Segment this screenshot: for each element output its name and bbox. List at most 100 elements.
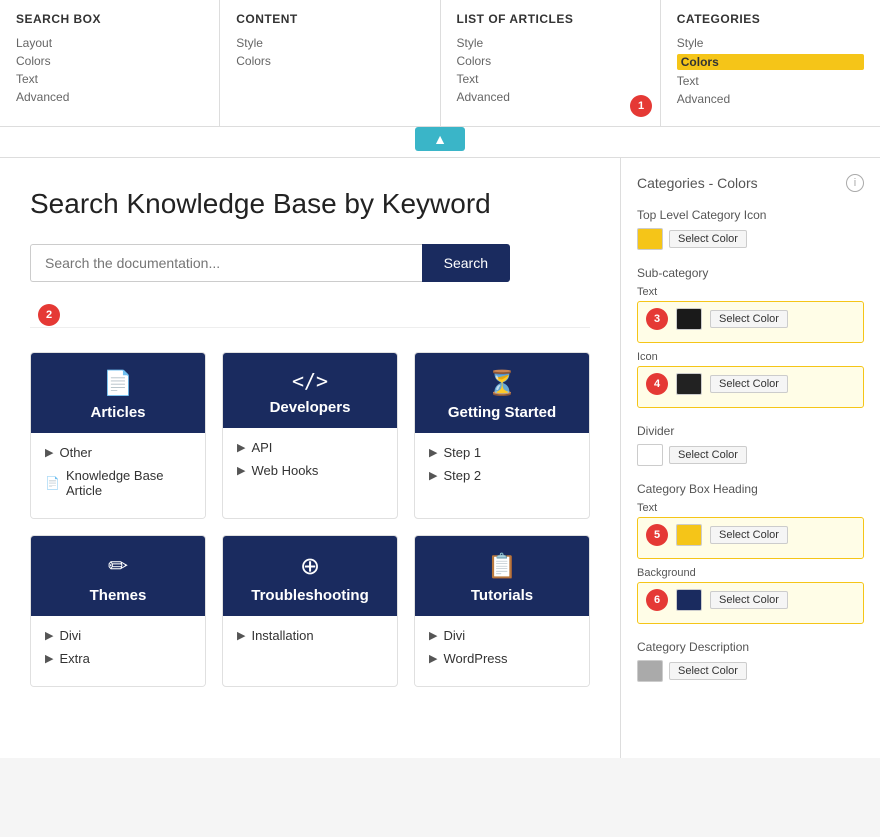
section-divider xyxy=(30,327,590,328)
preview-area: Search Knowledge Base by Keyword Search … xyxy=(0,158,620,758)
badge-6: 6 xyxy=(646,589,668,611)
list-item: ▶ Step 2 xyxy=(429,468,575,483)
list-articles-style[interactable]: Style xyxy=(457,36,644,50)
arrow-icon: ▶ xyxy=(45,629,53,642)
divider-color-row: Select Color xyxy=(637,444,864,466)
category-card-tutorials: 📋 Tutorials ▶ Divi ▶ WordPress xyxy=(414,535,590,687)
badge-5: 5 xyxy=(646,524,668,546)
tutorials-name: Tutorials xyxy=(425,587,579,604)
panel-section-category-description: Category Description Select Color xyxy=(637,640,864,682)
top-level-icon-swatch xyxy=(637,228,663,250)
item-label[interactable]: Step 2 xyxy=(443,468,481,483)
divider-swatch xyxy=(637,444,663,466)
search-input[interactable] xyxy=(30,244,422,282)
category-card-getting-started: ⏳ Getting Started ▶ Step 1 ▶ Step 2 xyxy=(414,352,590,519)
panel-section-category-box-heading: Category Box Heading Text 5 Select Color… xyxy=(637,482,864,624)
panel-section-sub-category: Sub-category Text 3 Select Color Icon 4 xyxy=(637,266,864,408)
tutorials-icon: 📋 xyxy=(425,552,579,581)
arrow-icon: ▶ xyxy=(237,464,245,477)
developers-items: ▶ API ▶ Web Hooks xyxy=(223,428,397,498)
item-label[interactable]: Knowledge Base Article xyxy=(66,468,191,498)
top-level-icon-select-color[interactable]: Select Color xyxy=(669,230,747,248)
list-articles-title: LIST OF ARTICLES xyxy=(457,12,644,26)
category-card-themes: ✏ Themes ▶ Divi ▶ Extra xyxy=(30,535,206,687)
badge-1: 1 xyxy=(630,95,652,117)
list-item: ▶ Extra xyxy=(45,651,191,666)
category-description-color-row: Select Color xyxy=(637,660,864,682)
item-label[interactable]: WordPress xyxy=(443,651,507,666)
panel-title-text: Categories - Colors xyxy=(637,175,758,191)
getting-started-name: Getting Started xyxy=(425,404,579,421)
badge-row-4: 4 Select Color xyxy=(646,373,855,395)
themes-name: Themes xyxy=(41,587,195,604)
list-item: ▶ Other xyxy=(45,445,191,460)
item-label[interactable]: Extra xyxy=(59,651,89,666)
list-item: ▶ Installation xyxy=(237,628,383,643)
search-box-layout[interactable]: Layout xyxy=(16,36,203,50)
categories-style[interactable]: Style xyxy=(677,36,864,50)
content-style[interactable]: Style xyxy=(236,36,423,50)
search-box-title: SEARCH BOX xyxy=(16,12,203,26)
list-item: ▶ Divi xyxy=(429,628,575,643)
badge-3: 3 xyxy=(646,308,668,330)
top-level-icon-label: Top Level Category Icon xyxy=(637,208,864,222)
divider-select-color[interactable]: Select Color xyxy=(669,446,747,464)
item-label[interactable]: API xyxy=(251,440,272,455)
sub-category-text-select-color[interactable]: Select Color xyxy=(710,310,788,328)
troubleshooting-icon: ⊕ xyxy=(233,552,387,581)
list-articles-advanced[interactable]: Advanced xyxy=(457,90,644,104)
category-box-text-select-color[interactable]: Select Color xyxy=(710,526,788,544)
list-item: ▶ API xyxy=(237,440,383,455)
category-description-swatch xyxy=(637,660,663,682)
top-level-icon-color-row: Select Color xyxy=(637,228,864,250)
arrow-icon: ▶ xyxy=(429,446,437,459)
list-articles-text[interactable]: Text xyxy=(457,72,644,86)
category-box-bg-select-color[interactable]: Select Color xyxy=(710,591,788,609)
sub-category-icon-highlighted: 4 Select Color xyxy=(637,366,864,408)
list-item: ▶ Web Hooks xyxy=(237,463,383,478)
content-colors[interactable]: Colors xyxy=(236,54,423,68)
item-label[interactable]: Divi xyxy=(59,628,81,643)
category-card-troubleshooting: ⊕ Troubleshooting ▶ Installation xyxy=(222,535,398,687)
category-description-label: Category Description xyxy=(637,640,864,654)
info-icon[interactable]: i xyxy=(846,174,864,192)
main-layout: Search Knowledge Base by Keyword Search … xyxy=(0,158,880,758)
arrow-bar: ▲ xyxy=(0,127,880,158)
category-header-themes: ✏ Themes xyxy=(31,536,205,616)
articles-items: ▶ Other 📄 Knowledge Base Article xyxy=(31,433,205,518)
category-box-text-label: Text xyxy=(637,502,864,514)
item-label[interactable]: Other xyxy=(59,445,92,460)
search-box-colors[interactable]: Colors xyxy=(16,54,203,68)
categories-colors[interactable]: Colors xyxy=(677,54,864,70)
categories-advanced[interactable]: Advanced xyxy=(677,92,864,106)
sub-category-icon-select-color[interactable]: Select Color xyxy=(710,375,788,393)
developers-name: Developers xyxy=(233,399,387,416)
category-box-bg-label: Background xyxy=(637,567,864,579)
category-box-text-highlighted: 5 Select Color xyxy=(637,517,864,559)
top-section-list-of-articles: LIST OF ARTICLES Style Colors Text Advan… xyxy=(441,0,661,126)
troubleshooting-items: ▶ Installation xyxy=(223,616,397,663)
categories-title: CATEGORIES xyxy=(677,12,864,26)
categories-text[interactable]: Text xyxy=(677,74,864,88)
category-description-select-color[interactable]: Select Color xyxy=(669,662,747,680)
search-box-text[interactable]: Text xyxy=(16,72,203,86)
category-box-text-swatch xyxy=(676,524,702,546)
category-box-bg-swatch xyxy=(676,589,702,611)
list-articles-colors[interactable]: Colors xyxy=(457,54,644,68)
list-item: ▶ WordPress xyxy=(429,651,575,666)
badge-row-5: 5 Select Color xyxy=(646,524,855,546)
category-header-developers: </> Developers xyxy=(223,353,397,428)
item-label[interactable]: Installation xyxy=(251,628,313,643)
top-section-categories: CATEGORIES Style Colors Text Advanced xyxy=(661,0,880,126)
search-box-advanced[interactable]: Advanced xyxy=(16,90,203,104)
search-button[interactable]: Search xyxy=(422,244,510,282)
item-label[interactable]: Web Hooks xyxy=(251,463,318,478)
collapse-button[interactable]: ▲ xyxy=(415,127,465,151)
search-container: Search xyxy=(30,244,510,282)
arrow-icon: ▶ xyxy=(237,441,245,454)
item-label[interactable]: Divi xyxy=(443,628,465,643)
panel-section-top-level-icon: Top Level Category Icon Select Color xyxy=(637,208,864,250)
item-label[interactable]: Step 1 xyxy=(443,445,481,460)
top-nav-bar: SEARCH BOX Layout Colors Text Advanced C… xyxy=(0,0,880,127)
sub-category-text-label: Text xyxy=(637,286,864,298)
